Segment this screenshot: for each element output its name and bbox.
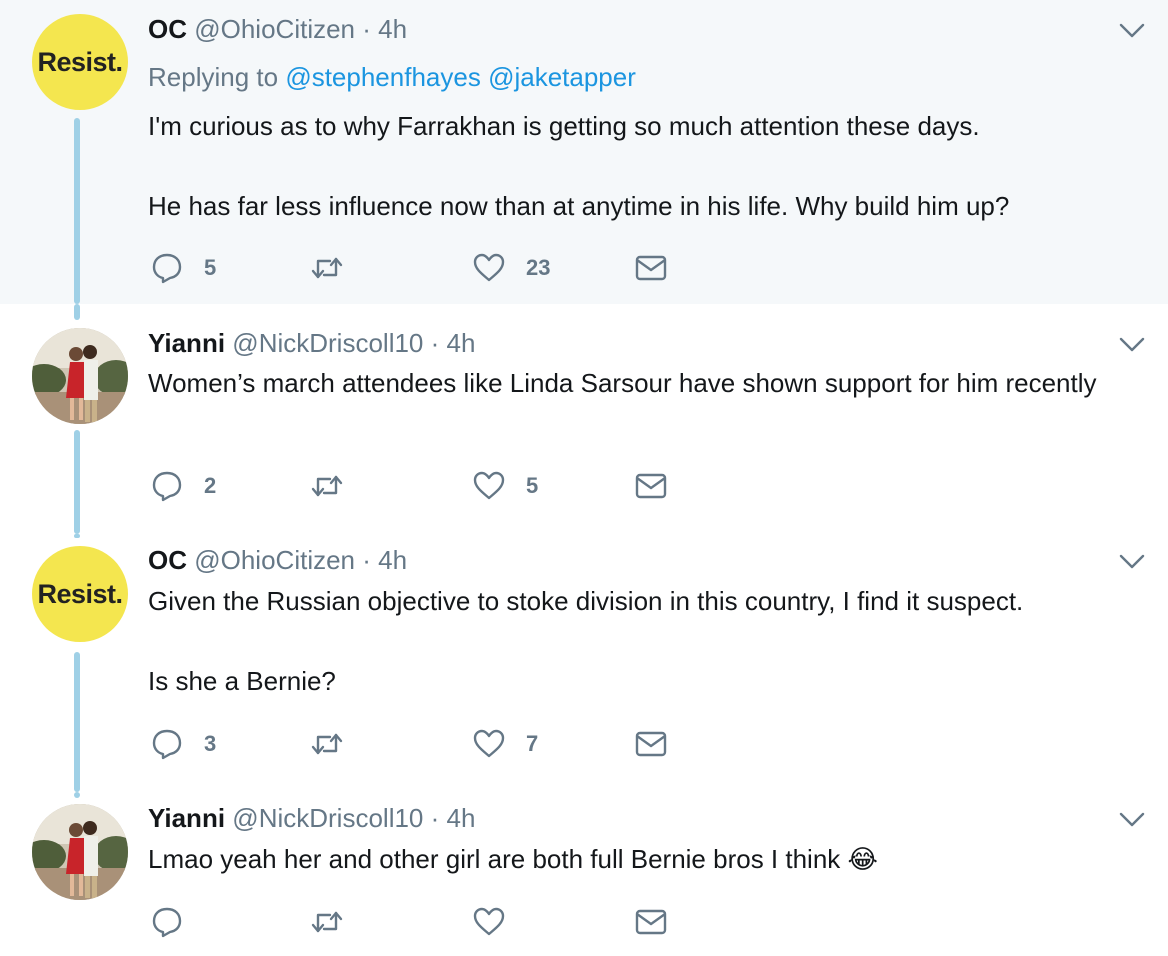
tweet-paragraph: Given the Russian objective to stoke div… (148, 586, 1024, 616)
thread-line (74, 304, 80, 320)
mention-link[interactable]: @stephenfhayes (285, 62, 481, 92)
action-bar (150, 905, 710, 939)
tweet-header: OC @OhioCitizen · 4h (148, 545, 407, 575)
retweet-icon (311, 911, 343, 933)
tweet-paragraph: He has far less influence now than at an… (148, 191, 1010, 221)
timestamp[interactable]: 4h (378, 545, 407, 575)
timestamp[interactable]: 4h (378, 14, 407, 44)
separator: · (362, 14, 371, 44)
tweet-3[interactable]: Resist. OC @OhioCitizen · 4h Given the R… (0, 534, 1168, 792)
reply-button[interactable] (150, 905, 204, 939)
timestamp[interactable]: 4h (447, 328, 476, 358)
profile-photo (32, 328, 128, 424)
resist-avatar[interactable]: Resist. (32, 546, 128, 642)
thread-line (74, 430, 80, 534)
reply-count: 2 (204, 473, 217, 498)
tweet-2[interactable]: Yianni @NickDriscoll10 · 4h Women’s marc… (0, 304, 1168, 534)
separator: · (430, 328, 440, 358)
tweet-4[interactable]: Yianni @NickDriscoll10 · 4h Lmao yeah he… (0, 792, 1168, 956)
like-count: 7 (526, 731, 539, 756)
tweet-paragraph: Is she a Bernie? (148, 666, 336, 696)
action-bar: 3 7 (150, 727, 710, 761)
chevron-down-icon[interactable] (1118, 811, 1146, 829)
reply-count: 3 (204, 731, 217, 756)
avatar-text: Resist. (37, 46, 123, 77)
user-handle[interactable]: @OhioCitizen (194, 14, 355, 44)
user-handle[interactable]: @NickDriscoll10 (232, 803, 423, 833)
tweet-header: OC @OhioCitizen · 4h (148, 14, 407, 44)
direct-message-button[interactable] (634, 469, 668, 503)
reply-button[interactable]: 2 (150, 469, 216, 503)
timestamp[interactable]: 4h (447, 803, 476, 833)
display-name[interactable]: OC (148, 14, 187, 44)
tweet-paragraph: I'm curious as to why Farrakhan is getti… (148, 111, 980, 141)
direct-message-button[interactable] (634, 905, 668, 939)
like-count: 5 (526, 473, 539, 498)
reply-button[interactable]: 3 (150, 727, 216, 761)
heart-icon (473, 253, 505, 282)
retweet-button[interactable] (310, 727, 364, 761)
display-name[interactable]: OC (148, 545, 187, 575)
avatar-text: Resist. (37, 578, 123, 609)
replying-prefix: Replying to (148, 62, 279, 92)
heart-icon (473, 729, 505, 758)
like-count: 23 (526, 255, 551, 280)
tweet-paragraph: Women’s march attendees like Linda Sarso… (148, 368, 1097, 398)
photo-avatar[interactable] (32, 804, 128, 900)
reply-icon (152, 253, 182, 284)
tweet-text: Women’s march attendees like Linda Sarso… (148, 363, 1108, 403)
tweet-text: I'm curious as to why Farrakhan is getti… (148, 106, 1128, 226)
display-name[interactable]: Yianni (148, 328, 225, 358)
retweet-icon (311, 733, 343, 755)
chevron-down-icon[interactable] (1118, 22, 1146, 40)
direct-message-button[interactable] (634, 727, 668, 761)
user-handle[interactable]: @NickDriscoll10 (232, 328, 423, 358)
chevron-down-icon[interactable] (1118, 553, 1146, 571)
envelope-icon (635, 255, 667, 281)
retweet-button[interactable] (310, 469, 364, 503)
tweet-paragraph: Lmao yeah her and other girl are both fu… (148, 844, 878, 874)
like-button[interactable]: 5 (472, 469, 538, 503)
tweet-text: Given the Russian objective to stoke div… (148, 581, 1128, 701)
photo-avatar[interactable] (32, 328, 128, 424)
heart-icon (473, 907, 505, 936)
reply-icon (152, 471, 182, 502)
reply-icon (152, 729, 182, 760)
tweet-header: Yianni @NickDriscoll10 · 4h (148, 328, 475, 358)
separator: · (430, 803, 440, 833)
resist-avatar[interactable]: Resist. (32, 14, 128, 110)
reply-count: 5 (204, 255, 217, 280)
tweet-1[interactable]: Resist. OC @OhioCitizen · 4h Replying to… (0, 0, 1168, 304)
user-handle[interactable]: @OhioCitizen (194, 545, 355, 575)
thread-line (74, 652, 80, 792)
mention-link[interactable]: @jaketapper (488, 62, 636, 92)
chevron-down-icon[interactable] (1118, 336, 1146, 354)
display-name[interactable]: Yianni (148, 803, 225, 833)
retweet-icon (311, 257, 343, 279)
action-bar: 5 23 (150, 251, 710, 285)
thread-line (74, 118, 80, 304)
like-button[interactable]: 23 (472, 251, 550, 285)
like-button[interactable] (472, 905, 526, 939)
tweet-header: Yianni @NickDriscoll10 · 4h (148, 803, 475, 833)
like-button[interactable]: 7 (472, 727, 538, 761)
direct-message-button[interactable] (634, 251, 668, 285)
separator: · (362, 545, 371, 575)
envelope-icon (635, 473, 667, 499)
thread-line (74, 534, 80, 538)
retweet-icon (311, 475, 343, 497)
replying-to: Replying to @stephenfhayes @jaketapper (148, 62, 636, 92)
heart-icon (473, 471, 505, 500)
reply-button[interactable]: 5 (150, 251, 216, 285)
retweet-button[interactable] (310, 905, 364, 939)
retweet-button[interactable] (310, 251, 364, 285)
action-bar: 2 5 (150, 469, 710, 503)
profile-photo (32, 804, 128, 900)
envelope-icon (635, 731, 667, 757)
envelope-icon (635, 909, 667, 935)
reply-icon (152, 907, 182, 938)
tweet-text: Lmao yeah her and other girl are both fu… (148, 839, 1128, 879)
thread-line (74, 792, 80, 798)
